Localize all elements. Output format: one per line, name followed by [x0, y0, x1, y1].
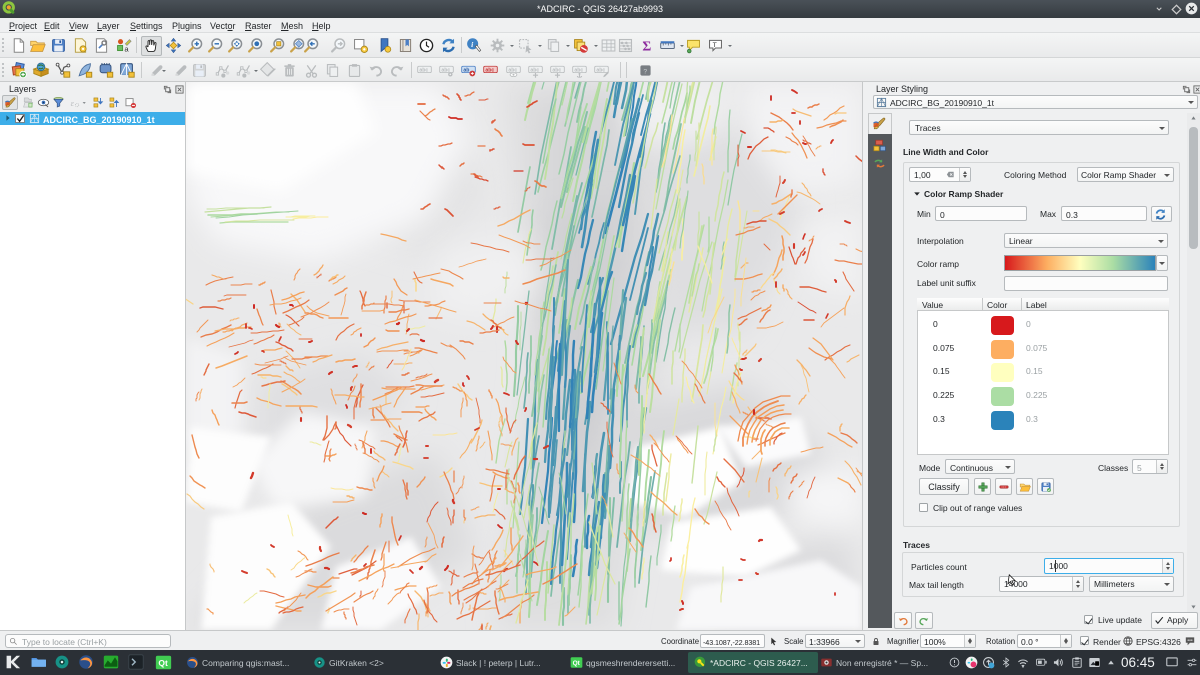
- svg-text:Qt: Qt: [573, 660, 581, 667]
- svg-text:abc: abc: [419, 67, 428, 73]
- svg-text:ε: ε: [71, 98, 75, 108]
- svg-text:abc: abc: [596, 67, 605, 73]
- svg-text:abc: abc: [530, 67, 539, 73]
- svg-text:abc: abc: [441, 67, 450, 73]
- svg-text:Σ: Σ: [642, 39, 651, 54]
- svg-text:abc: abc: [574, 67, 583, 73]
- svg-text:?: ?: [643, 68, 647, 75]
- svg-text:abc: abc: [508, 67, 517, 73]
- svg-text:T: T: [713, 42, 717, 49]
- svg-text:abc: abc: [485, 67, 494, 73]
- svg-text:Qt: Qt: [158, 658, 168, 668]
- svg-text:abc: abc: [552, 67, 561, 73]
- svg-text:ab: ab: [463, 67, 469, 73]
